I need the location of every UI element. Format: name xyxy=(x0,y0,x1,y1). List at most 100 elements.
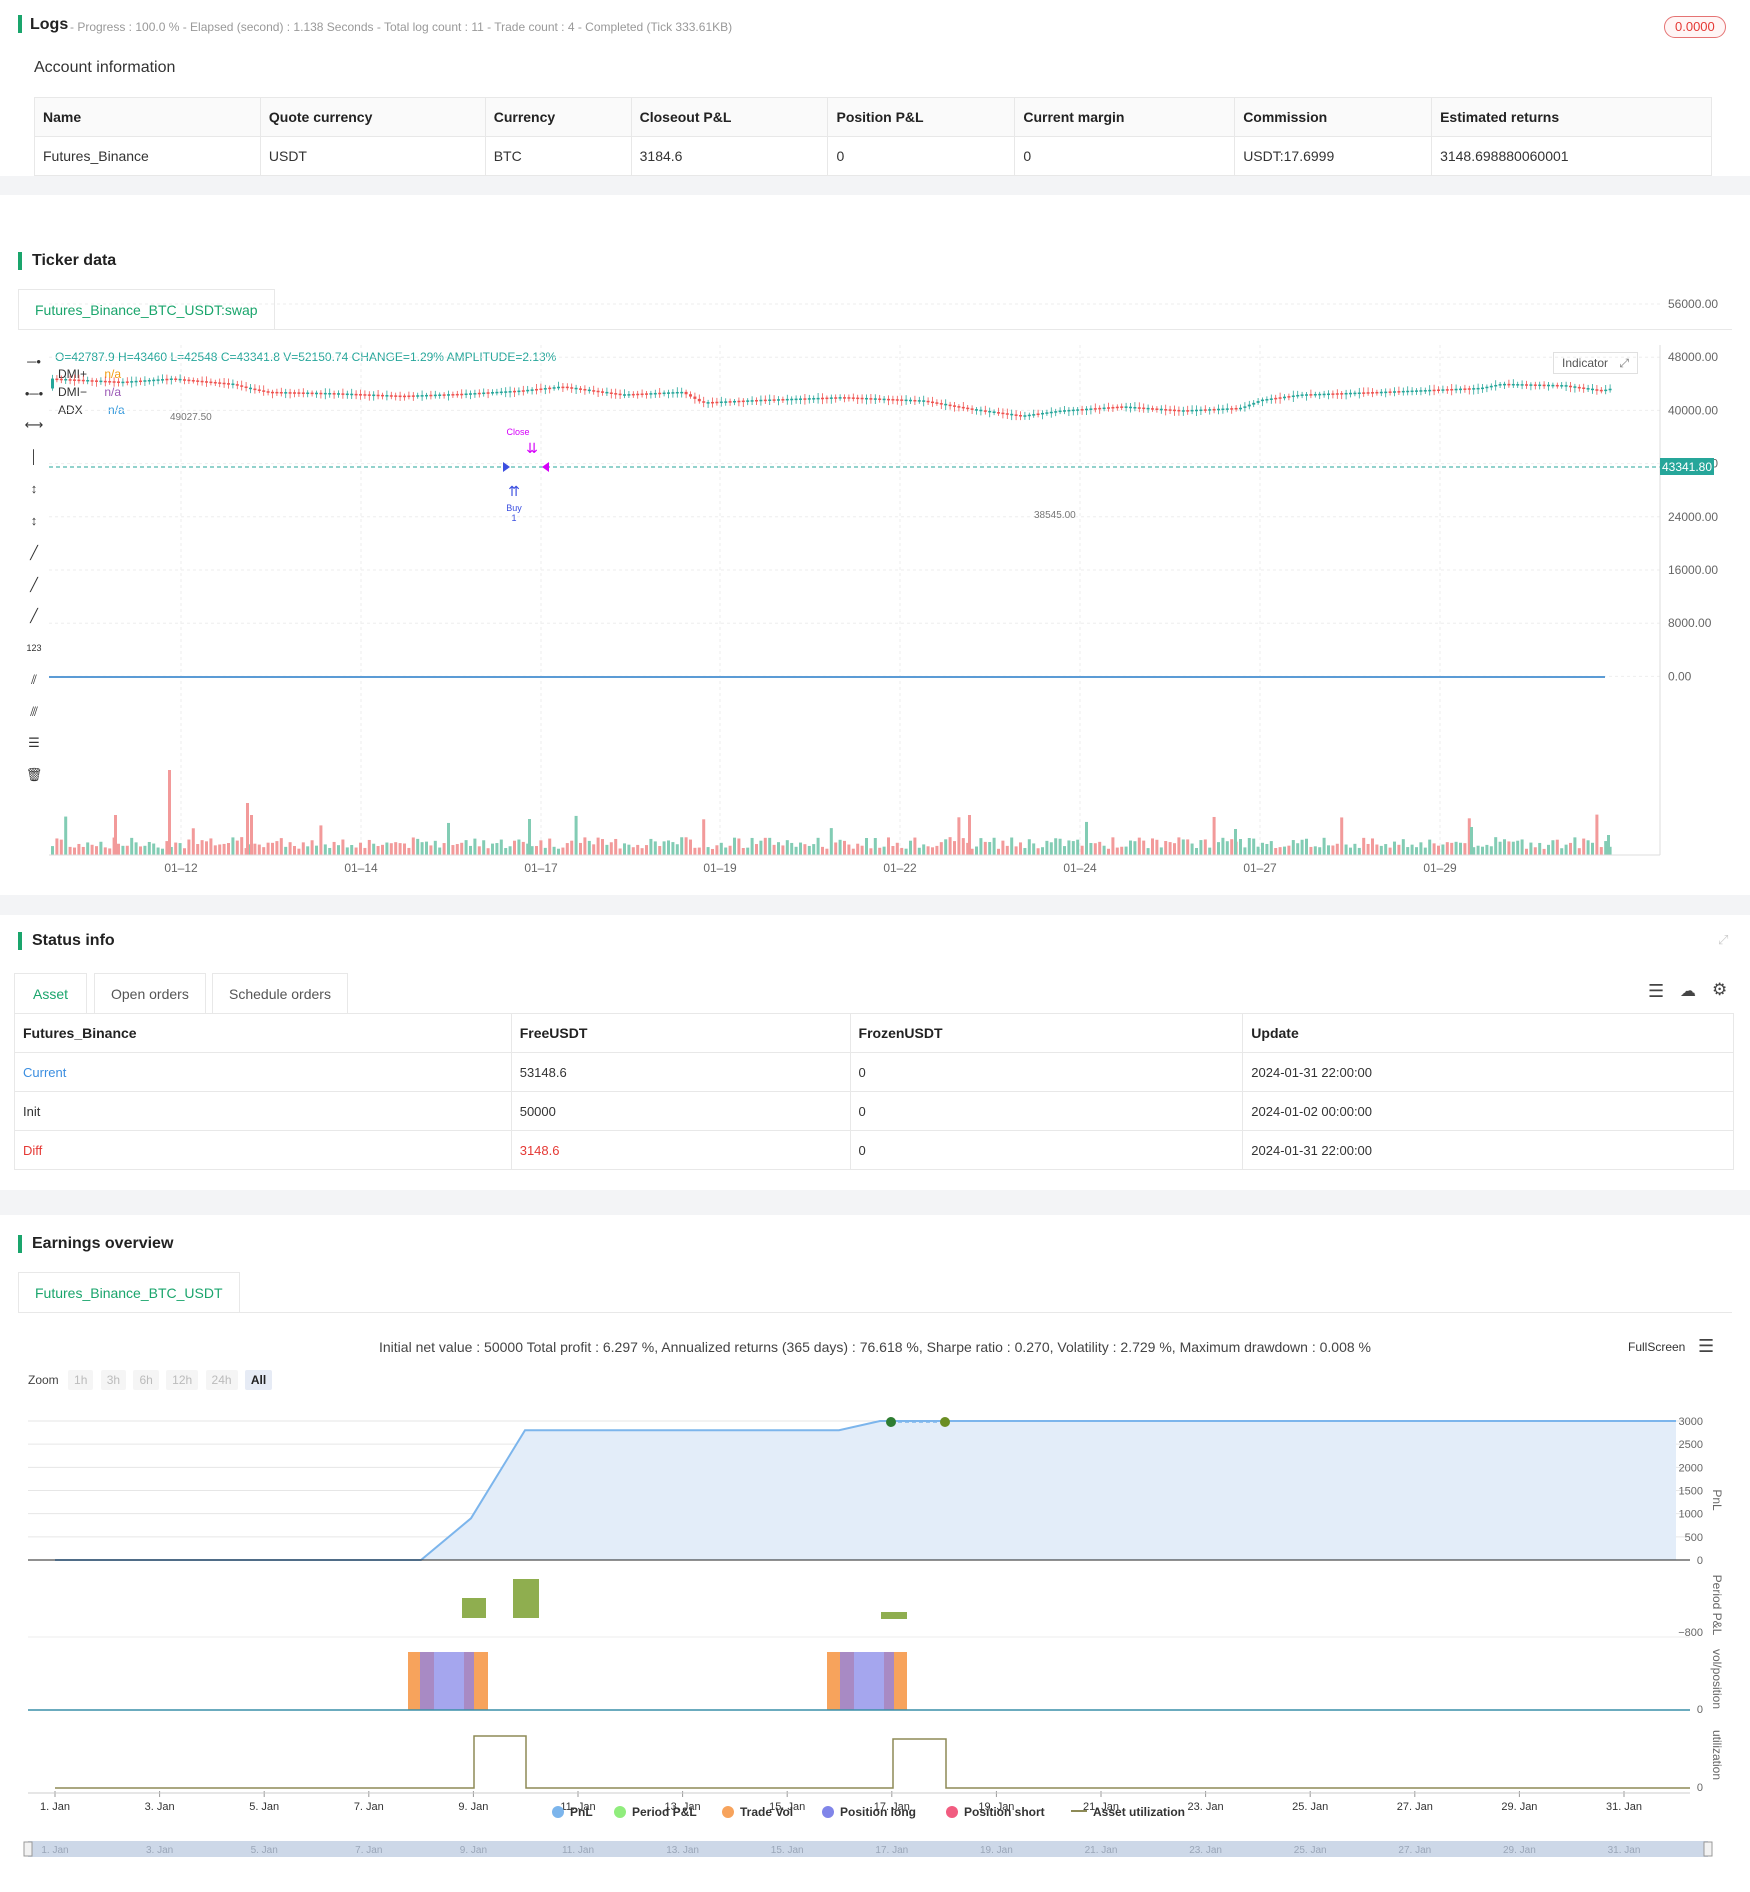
navigator-tick-label: 11. Jan xyxy=(562,1845,594,1856)
candle-body xyxy=(834,397,838,399)
candle-body xyxy=(477,392,481,395)
candle-body xyxy=(1195,409,1198,412)
volume-bar xyxy=(1107,848,1110,855)
collapse-icon[interactable]: ⤢ xyxy=(1718,932,1728,948)
legend-item[interactable]: Period P&L xyxy=(614,1805,697,1819)
volume-bar xyxy=(1005,845,1009,855)
period-pnl-bar xyxy=(462,1598,486,1618)
volume-bar xyxy=(1344,844,1348,855)
volume-bar xyxy=(1234,829,1237,855)
cloud-download-icon[interactable]: ☁ xyxy=(1680,981,1696,1001)
candle-body xyxy=(1093,408,1097,410)
legend-marker-icon xyxy=(614,1806,626,1818)
volume-bar xyxy=(1349,847,1352,855)
date-tick-label: 01–22 xyxy=(883,861,917,875)
candle-body xyxy=(579,388,582,390)
volume-bar xyxy=(1384,844,1388,855)
candle-body xyxy=(539,388,543,391)
volume-bar xyxy=(1076,839,1080,855)
candle-body xyxy=(671,392,675,394)
candle-body xyxy=(1252,402,1256,405)
tab-asset[interactable]: Asset xyxy=(14,973,88,1013)
volume-bar xyxy=(1098,841,1102,855)
volume-bar xyxy=(1393,841,1396,855)
legend-item[interactable]: Position short xyxy=(946,1805,1045,1819)
gear-icon[interactable]: ⚙ xyxy=(1712,980,1727,1000)
volume-bar xyxy=(719,842,723,855)
candle-body xyxy=(1089,408,1093,410)
volume-bar xyxy=(1375,844,1379,855)
table-row: Diff 3148.6 0 2024-01-31 22:00:00 xyxy=(14,1130,1734,1170)
period-pnl-bar xyxy=(881,1612,907,1619)
table-row: Current 53148.6 0 2024-01-31 22:00:00 xyxy=(14,1052,1734,1092)
volume-bar xyxy=(521,841,525,855)
volume-bar xyxy=(218,844,222,855)
earnings-chart[interactable]: 3000 2500 2000 1500 1000 500 0 PnL −800 Period… xyxy=(0,1215,1750,1892)
candle-body xyxy=(1036,413,1040,416)
status-header-cell: Futures_Binance xyxy=(14,1013,512,1053)
volume-bar xyxy=(508,846,512,855)
candle-body xyxy=(601,391,604,393)
volume-bar xyxy=(1133,841,1137,855)
volume-bar xyxy=(1067,840,1071,855)
tab-schedule-orders[interactable]: Schedule orders xyxy=(212,973,348,1013)
candle-body xyxy=(728,401,732,403)
candle-body xyxy=(535,388,538,391)
date-tick-label: 31. Jan xyxy=(1606,1801,1642,1813)
candle-body xyxy=(719,401,723,404)
volume-bar xyxy=(587,840,591,855)
candle-body xyxy=(680,391,684,394)
volume-bar xyxy=(235,840,239,855)
candle-body xyxy=(873,398,877,400)
candle-body xyxy=(1217,408,1220,411)
volume-bar xyxy=(1014,846,1018,855)
candle-body xyxy=(442,394,446,396)
legend-item[interactable]: PnL xyxy=(552,1805,593,1819)
asset-utilization-line xyxy=(55,1735,1690,1789)
candle-body xyxy=(825,397,829,400)
candle-body xyxy=(1560,385,1564,387)
candle-body xyxy=(1379,391,1383,394)
candle-body xyxy=(81,379,85,382)
volume-bar xyxy=(121,845,125,855)
candle-body xyxy=(917,400,921,402)
candle-body xyxy=(552,387,556,389)
volume-bar xyxy=(147,841,151,855)
date-tick-label: 5. Jan xyxy=(249,1801,279,1813)
volume-bar xyxy=(1485,844,1489,855)
volume-bar xyxy=(1494,837,1498,855)
list-icon[interactable]: ☰ xyxy=(1648,981,1664,1002)
volume-bar xyxy=(341,839,345,855)
legend-item[interactable]: Position long xyxy=(822,1805,916,1819)
volume-bar xyxy=(95,846,98,855)
candle-body xyxy=(653,392,657,395)
candle-body xyxy=(957,406,961,408)
status-cell: 2024-01-31 22:00:00 xyxy=(1242,1052,1734,1092)
volume-bar xyxy=(552,846,556,855)
candle-body xyxy=(1045,412,1049,414)
volume-bar xyxy=(1010,837,1014,855)
candle-body xyxy=(1177,409,1181,412)
section-marker xyxy=(18,15,22,33)
volume-bar xyxy=(246,803,249,855)
candle-body xyxy=(1551,384,1555,387)
volume-bar xyxy=(904,848,908,855)
candlestick-chart[interactable]: 56000.0048000.0040000.0032000.0024000.00… xyxy=(0,195,1750,895)
volume-bar xyxy=(1406,847,1410,855)
volume-bar xyxy=(407,847,411,855)
account-header-cell: Currency xyxy=(484,97,632,137)
candle-body xyxy=(807,398,811,400)
volume-bar xyxy=(196,844,200,855)
volume-bar xyxy=(763,837,767,855)
tab-open-orders[interactable]: Open orders xyxy=(94,973,206,1013)
legend-item[interactable]: Trade Vol xyxy=(722,1805,793,1819)
low-price-label: 38545.00 xyxy=(1034,510,1076,521)
candle-body xyxy=(689,394,692,397)
volume-bar xyxy=(1607,835,1610,855)
candle-body xyxy=(851,397,855,399)
price-tick-label: 16000.00 xyxy=(1668,563,1718,577)
candle-body xyxy=(213,381,217,384)
legend-item[interactable]: Asset utilization xyxy=(1071,1805,1185,1819)
account-header-cell: Commission xyxy=(1234,97,1433,137)
candle-body xyxy=(495,391,499,394)
